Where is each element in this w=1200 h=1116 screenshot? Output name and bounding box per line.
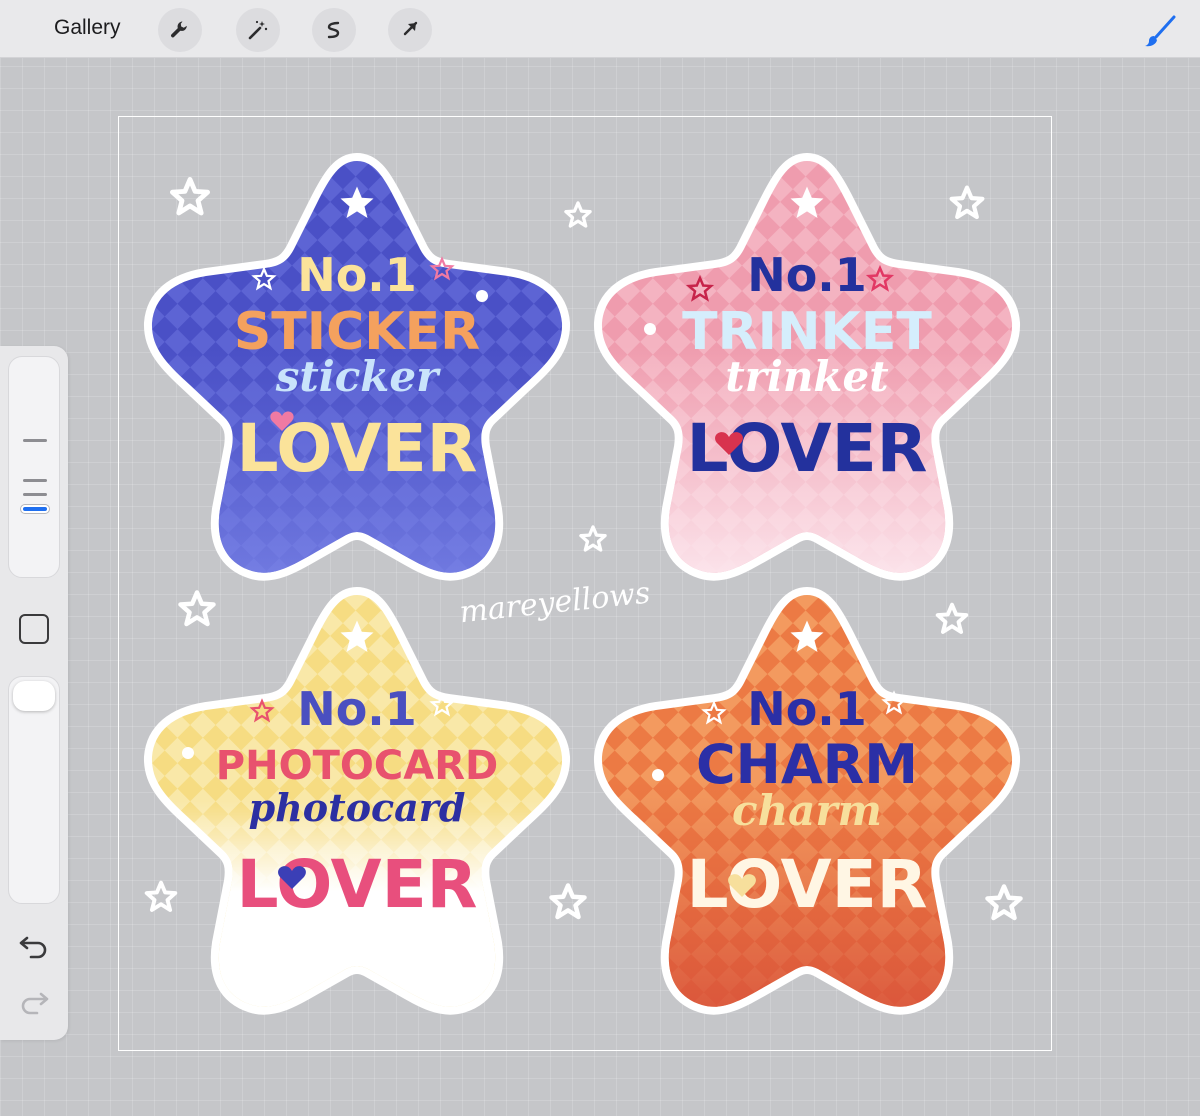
- canvas[interactable]: No.1 STICKER sticker LOVER No.1 TRINKET …: [118, 116, 1052, 1051]
- sticker-script: photocard: [249, 785, 466, 830]
- undo-icon[interactable]: [18, 932, 50, 960]
- redo-icon[interactable]: [18, 988, 50, 1016]
- sticker-tail: LOVER: [236, 846, 477, 923]
- gallery-button[interactable]: Gallery: [54, 16, 121, 40]
- sticker-pink: No.1 TRINKET trinket LOVER: [602, 161, 1012, 573]
- brush-size-slider[interactable]: [8, 356, 60, 578]
- size-tick: [23, 479, 47, 482]
- magic-wand-icon[interactable]: [236, 8, 280, 52]
- sticker-blue: No.1 STICKER sticker LOVER: [152, 161, 562, 573]
- sticker-script: charm: [732, 786, 882, 835]
- artist-signature: mareyellows: [458, 576, 652, 631]
- size-tick: [23, 439, 47, 442]
- sticker-word: PHOTOCARD: [216, 743, 498, 789]
- selection-icon[interactable]: [312, 8, 356, 52]
- brush-size-handle[interactable]: [21, 505, 49, 513]
- sticker-number: No.1: [297, 682, 417, 736]
- left-sidebar: [0, 346, 68, 1040]
- sticker-number: No.1: [747, 248, 867, 302]
- sticker-tail: LOVER: [686, 846, 927, 923]
- opacity-slider[interactable]: [8, 676, 60, 904]
- wrench-icon[interactable]: [158, 8, 202, 52]
- opacity-handle[interactable]: [13, 681, 55, 711]
- move-arrow-icon[interactable]: [388, 8, 432, 52]
- artwork: No.1 STICKER sticker LOVER No.1 TRINKET …: [119, 117, 1050, 1049]
- sticker-number: No.1: [747, 682, 867, 736]
- brush-icon[interactable]: [1142, 14, 1178, 50]
- size-tick: [23, 493, 47, 496]
- sticker-number: No.1: [297, 248, 417, 302]
- sticker-script: trinket: [725, 352, 888, 401]
- sticker-yellow: No.1 PHOTOCARD photocard LOVER: [152, 595, 562, 1007]
- modify-button[interactable]: [19, 614, 49, 644]
- top-toolbar: Gallery: [0, 0, 1200, 58]
- sticker-script: sticker: [275, 352, 441, 401]
- sticker-orange: No.1 CHARM charm LOVER: [602, 595, 1012, 1007]
